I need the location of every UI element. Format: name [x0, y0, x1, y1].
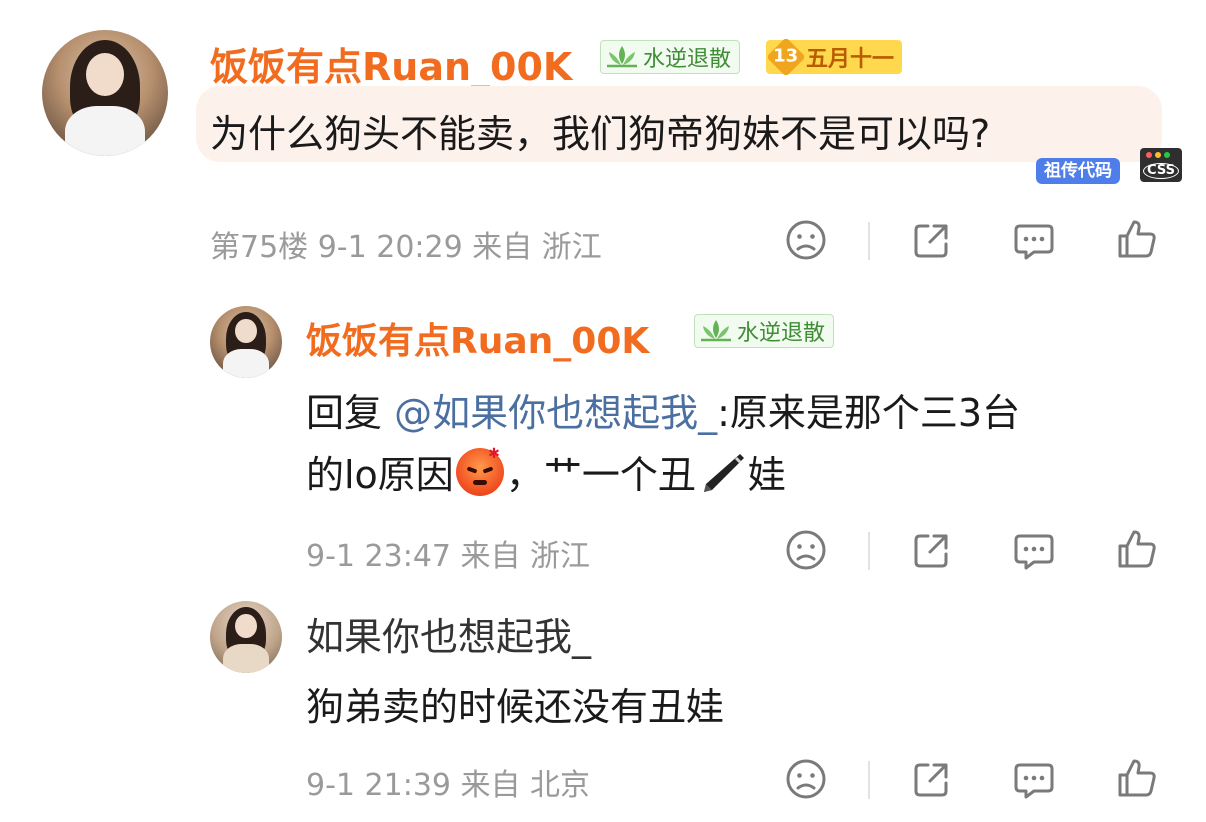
- reply1-line1: 回复 @如果你也想起我_:原来是那个三3台: [306, 382, 1020, 437]
- reply2-text: 狗弟卖的时候还没有丑娃: [306, 685, 725, 729]
- badge-shuini[interactable]: 水逆退散: [600, 40, 741, 74]
- comment-icon[interactable]: [1012, 528, 1056, 572]
- like-icon[interactable]: [1114, 216, 1158, 260]
- dislike-icon[interactable]: [784, 757, 828, 801]
- reply1-line1-text: :原来是那个三3台: [717, 391, 1021, 435]
- comment-username[interactable]: 饭饭有点Ruan_00K: [210, 36, 572, 91]
- reply-prefix: 回复: [306, 391, 395, 435]
- level-icon: 13: [766, 37, 806, 77]
- badge-shuini-label: 水逆退散: [643, 47, 732, 72]
- dislike-icon[interactable]: [784, 528, 828, 572]
- avatar-shirt: [222, 349, 270, 378]
- badge-shuini[interactable]: 水逆退散: [694, 314, 835, 348]
- share-icon[interactable]: [910, 218, 954, 262]
- reply1-line2-suffix: 娃: [747, 453, 786, 497]
- comment-icon[interactable]: [1012, 218, 1056, 262]
- css-label: CSS: [1143, 163, 1179, 179]
- avatar-face: [86, 52, 124, 96]
- share-icon[interactable]: [910, 757, 954, 801]
- action-divider: [868, 222, 870, 260]
- badge-shuini-label: 水逆退散: [737, 321, 826, 346]
- mention-link[interactable]: @如果你也想起我_: [394, 391, 717, 435]
- css-icon: CSS: [1140, 148, 1182, 182]
- badge-level[interactable]: 13 五月十一: [766, 37, 903, 77]
- like-icon[interactable]: [1114, 755, 1158, 799]
- avatar[interactable]: [42, 30, 168, 156]
- badge-level-label: 五月十一: [806, 47, 895, 72]
- lotus-icon: [701, 320, 731, 342]
- avatar-face: [235, 318, 257, 344]
- reply1-meta: 9-1 23:47 来自 浙江: [306, 539, 591, 574]
- comment-icon[interactable]: [1012, 757, 1056, 801]
- reply1-line2-mid: ，艹一个丑: [505, 453, 696, 497]
- avatar-face: [235, 613, 257, 639]
- action-divider: [868, 532, 870, 570]
- action-divider: [868, 761, 870, 799]
- dislike-icon[interactable]: [784, 218, 828, 262]
- reply1-line2-prefix: 的lo原因: [306, 453, 454, 497]
- level-number: 13: [773, 46, 799, 67]
- like-icon[interactable]: [1114, 526, 1158, 570]
- comment-meta: 第75楼 9-1 20:29 来自 浙江: [210, 230, 602, 265]
- reply-avatar[interactable]: [210, 601, 282, 673]
- reply2-username[interactable]: 如果你也想起我_: [306, 606, 591, 661]
- reply2-meta: 9-1 21:39 来自 北京: [306, 768, 591, 803]
- avatar-shirt: [64, 105, 146, 156]
- avatar-shirt: [222, 644, 270, 673]
- angry-emoji-icon: ✱: [455, 446, 504, 496]
- lotus-icon: [607, 46, 637, 68]
- share-icon[interactable]: [910, 528, 954, 572]
- pen-emoji-icon: [703, 454, 744, 492]
- bubble-tag-zuchuan: 祖传代码: [1036, 158, 1120, 184]
- reply-avatar[interactable]: [210, 306, 282, 378]
- comment-text: 为什么狗头不能卖，我们狗帝狗妹不是可以吗?: [210, 112, 991, 156]
- reply1-username[interactable]: 饭饭有点Ruan_00K: [306, 312, 649, 364]
- reply1-line2: 的lo原因 ✱ ，艹一个丑 娃: [306, 444, 786, 499]
